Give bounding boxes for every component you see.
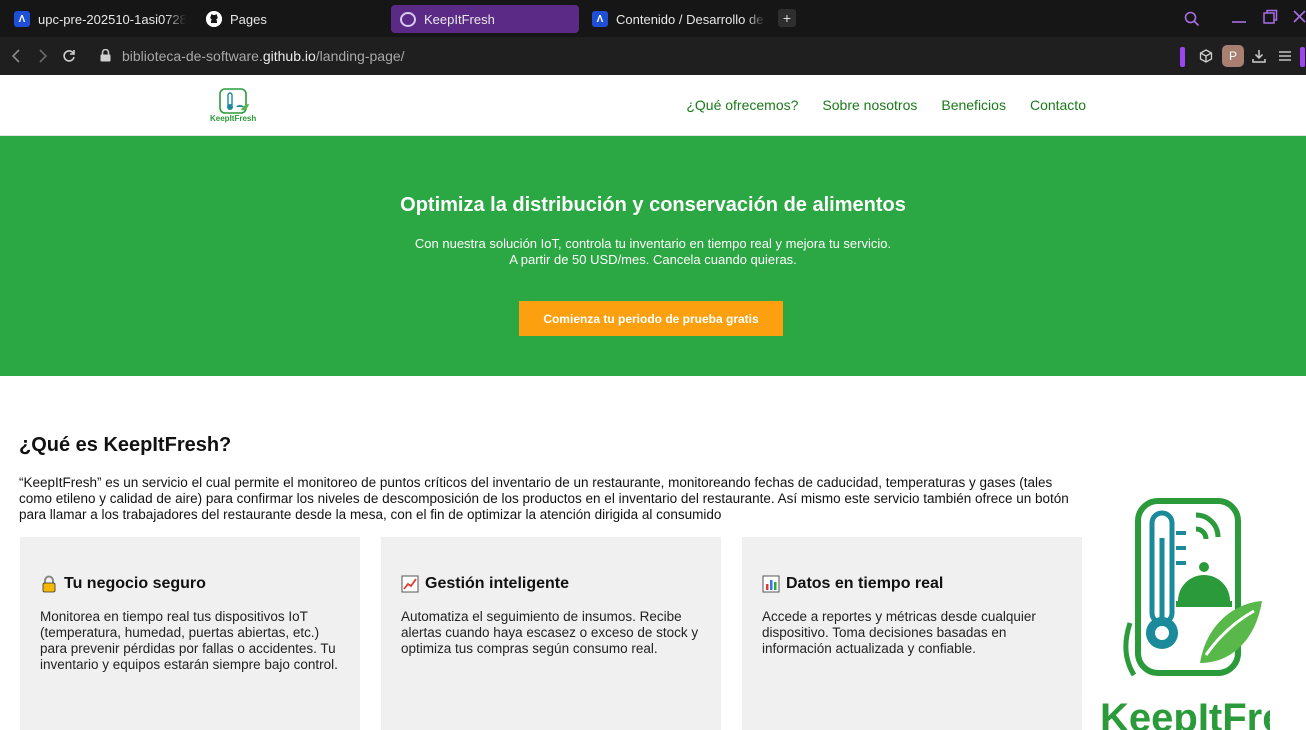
browser-tab-bar: Λ upc-pre-202510-1asi0728 Pages KeepItFr… <box>0 0 1306 37</box>
free-trial-button[interactable]: Comienza tu periodo de prueba gratis <box>519 301 783 336</box>
feature-card-realtime: Datos en tiempo real Accede a reportes y… <box>742 537 1082 730</box>
hero-subtitle-line-1: Con nuestra solución IoT, controla tu in… <box>414 236 892 251</box>
tab-keepitfresh[interactable]: KeepItFresh <box>391 5 579 33</box>
web-page: KeepItFresh ¿Qué ofrecemos? Sobre nosotr… <box>0 75 1306 730</box>
tab-upc[interactable]: Λ upc-pre-202510-1asi0728 <box>14 5 186 33</box>
new-tab-button[interactable]: + <box>778 9 796 27</box>
about-text: “KeepItFresh” es un servicio el cual per… <box>19 475 1069 522</box>
nav-link-sobre-nosotros[interactable]: Sobre nosotros <box>822 97 917 113</box>
logo-text: KeepItFresh <box>210 114 257 123</box>
globe-icon <box>400 11 416 27</box>
minimize-icon[interactable] <box>1231 10 1247 26</box>
reload-icon[interactable] <box>62 49 76 63</box>
tab-title: upc-pre-202510-1asi0728 <box>38 11 186 27</box>
forward-icon[interactable] <box>37 49 49 63</box>
lock-icon[interactable] <box>100 49 111 62</box>
close-window-icon[interactable] <box>1292 9 1306 25</box>
hero-subtitle-line-2: A partir de 50 USD/mes. Cancela cuando q… <box>509 252 797 267</box>
lock-icon <box>42 575 56 593</box>
chart-increasing-icon <box>401 575 419 593</box>
large-logo-text: KeepItFresh <box>1100 696 1270 730</box>
search-tabs-icon[interactable] <box>1184 11 1200 27</box>
feature-card-title: Datos en tiempo real <box>762 575 1062 593</box>
back-icon[interactable] <box>10 49 22 63</box>
feature-card-title: Gestión inteligente <box>401 575 701 593</box>
feature-card-smart: Gestión inteligente Automatiza el seguim… <box>381 537 721 730</box>
sidebar-edge-marker <box>1300 47 1305 67</box>
url-domain: github.io <box>262 48 316 64</box>
tab-title: KeepItFresh <box>424 11 495 27</box>
url-path: /landing-page/ <box>315 48 405 64</box>
feature-card-title: Tu negocio seguro <box>40 575 340 593</box>
url-field[interactable]: biblioteca-de-software.github.io/landing… <box>122 48 405 64</box>
site-header: KeepItFresh ¿Qué ofrecemos? Sobre nosotr… <box>0 75 1306 136</box>
tab-pages[interactable]: Pages <box>206 5 356 33</box>
menu-icon[interactable] <box>1278 50 1292 62</box>
url-prefix: biblioteca-de-software. <box>122 48 263 64</box>
tab-title: Contenido / Desarrollo de <box>616 11 764 27</box>
feature-card-text: Accede a reportes y métricas desde cualq… <box>762 609 1036 656</box>
hero-section: Optimiza la distribución y conservación … <box>0 136 1306 376</box>
nav-link-que-ofrecemos[interactable]: ¿Qué ofrecemos? <box>686 97 798 113</box>
about-title: ¿Qué es KeepItFresh? <box>19 434 232 456</box>
feature-card-text: Automatiza el seguimiento de insumos. Re… <box>401 609 699 656</box>
feature-card-secure: Tu negocio seguro Monitorea en tiempo re… <box>20 537 360 730</box>
address-bar: biblioteca-de-software.github.io/landing… <box>0 37 1306 75</box>
app-favicon-icon: Λ <box>14 11 30 27</box>
download-icon[interactable] <box>1252 49 1266 63</box>
keepitfresh-large-logo: KeepItFresh <box>1100 498 1270 730</box>
site-nav: ¿Qué ofrecemos? Sobre nosotros Beneficio… <box>686 97 1086 113</box>
tab-contenido[interactable]: Λ Contenido / Desarrollo de <box>592 5 766 33</box>
extensions-cube-icon[interactable] <box>1199 49 1213 63</box>
tab-title: Pages <box>230 11 267 27</box>
bar-chart-icon <box>762 575 780 593</box>
hero-subtitle: Con nuestra solución IoT, controla tu in… <box>0 236 1306 268</box>
nav-link-beneficios[interactable]: Beneficios <box>941 97 1006 113</box>
app-favicon-icon: Λ <box>592 11 608 27</box>
github-icon <box>206 11 222 27</box>
hero-title: Optimiza la distribución y conservación … <box>400 194 906 216</box>
profile-avatar[interactable]: P <box>1222 45 1244 67</box>
extension-marker <box>1180 47 1185 67</box>
feature-card-text: Monitorea en tiempo real tus dispositivo… <box>40 609 338 672</box>
restore-icon[interactable] <box>1262 9 1278 25</box>
nav-link-contacto[interactable]: Contacto <box>1030 97 1086 113</box>
